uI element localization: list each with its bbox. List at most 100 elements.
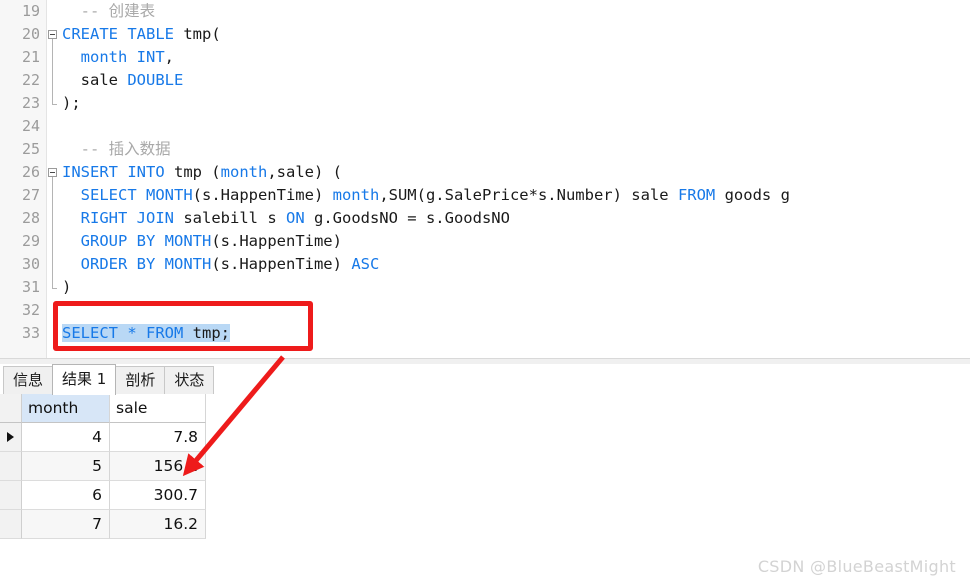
code-line[interactable]: 29 GROUP BY MONTH(s.HappenTime): [0, 230, 970, 253]
code-token: tmp(: [183, 25, 221, 43]
line-number: 27: [21, 186, 40, 204]
code-text[interactable]: sale DOUBLE: [62, 69, 184, 92]
code-token: RIGHT JOIN: [80, 209, 174, 227]
fold-collapse-icon[interactable]: [48, 30, 57, 39]
current-row-arrow-icon: [7, 432, 14, 442]
code-line[interactable]: 23);: [0, 92, 970, 115]
result-tab[interactable]: 剖析: [115, 366, 166, 394]
code-text[interactable]: SELECT MONTH(s.HappenTime) month,SUM(g.S…: [62, 184, 790, 207]
code-line[interactable]: 19 -- 创建表: [0, 0, 970, 23]
code-token: -- 插入数据: [80, 140, 171, 158]
sql-editor-pane[interactable]: 19 -- 创建表 20 CREATE TABLE tmp(21 month INT…: [0, 0, 970, 358]
code-line[interactable]: 28 RIGHT JOIN salebill s ON g.GoodsNO = …: [0, 207, 970, 230]
grid-row-header[interactable]: [0, 481, 22, 510]
grid-cell-sale[interactable]: 16.2: [110, 510, 206, 539]
fold-guide-line: [52, 253, 53, 276]
result-tab[interactable]: 信息: [3, 366, 54, 394]
fold-guide-line: [52, 230, 53, 253]
code-token: GROUP BY MONTH: [80, 232, 212, 250]
code-line[interactable]: 26 INSERT INTO tmp (month,sale) (: [0, 161, 970, 184]
code-token: tmp;: [192, 324, 230, 342]
code-text[interactable]: GROUP BY MONTH(s.HappenTime): [62, 230, 342, 253]
code-token: CREATE TABLE: [62, 25, 184, 43]
result-tabbar[interactable]: 信息 结果 1 剖析 状态: [0, 364, 970, 395]
code-line[interactable]: 21 month INT,: [0, 46, 970, 69]
code-token: (s.HappenTime): [211, 232, 342, 250]
code-text[interactable]: INSERT INTO tmp (month,sale) (: [62, 161, 342, 184]
result-tab[interactable]: 结果 1: [52, 364, 117, 395]
grid-data-row[interactable]: 4 7.8: [0, 423, 206, 452]
line-number: 21: [21, 48, 40, 66]
fold-guide-line: [52, 92, 53, 104]
fold-guide-line: [52, 46, 53, 69]
grid-row-header[interactable]: [0, 510, 22, 539]
code-line[interactable]: 25 -- 插入数据: [0, 138, 970, 161]
fold-guide-line: [52, 69, 53, 92]
code-text[interactable]: CREATE TABLE tmp(: [62, 23, 221, 46]
code-text[interactable]: RIGHT JOIN salebill s ON g.GoodsNO = s.G…: [62, 207, 510, 230]
code-token: salebill s: [174, 209, 286, 227]
code-line[interactable]: 32: [0, 299, 970, 322]
code-text[interactable]: -- 插入数据: [62, 138, 171, 161]
grid-data-row[interactable]: 5 156.1: [0, 452, 206, 481]
grid-row-header[interactable]: [0, 423, 22, 452]
code-text[interactable]: -- 创建表: [62, 0, 156, 23]
code-line[interactable]: 31): [0, 276, 970, 299]
grid-cell-month[interactable]: 4: [22, 423, 110, 452]
code-text[interactable]: ): [62, 276, 71, 299]
fold-end-marker: [52, 288, 57, 289]
fold-guide-line: [52, 177, 53, 184]
code-line[interactable]: 33 SELECT * FROM tmp;: [0, 322, 970, 345]
code-text[interactable]: ORDER BY MONTH(s.HappenTime) ASC: [62, 253, 380, 276]
grid-data-row[interactable]: 6 300.7: [0, 481, 206, 510]
code-line[interactable]: 30 ORDER BY MONTH(s.HappenTime) ASC: [0, 253, 970, 276]
code-line[interactable]: 22 sale DOUBLE: [0, 69, 970, 92]
code-token: goods g: [715, 186, 790, 204]
grid-data-row[interactable]: 7 16.2: [0, 510, 206, 539]
code-token: (s.HappenTime): [211, 255, 352, 273]
code-text[interactable]: SELECT * FROM tmp;: [62, 322, 230, 345]
code-text[interactable]: month INT,: [62, 46, 174, 69]
code-token: );: [62, 94, 81, 112]
result-grid[interactable]: month sale 4 7.8 5 156.1 6 300.7 7 16.2: [0, 394, 970, 584]
grid-column-header-sale[interactable]: sale: [110, 394, 206, 423]
result-tab[interactable]: 状态: [164, 366, 215, 394]
fold-guide-line: [52, 276, 53, 288]
grid-cell-sale[interactable]: 156.1: [110, 452, 206, 481]
grid-cell-month[interactable]: 5: [22, 452, 110, 481]
grid-row-header[interactable]: [0, 452, 22, 481]
code-token: month: [332, 186, 380, 204]
code-token: (s.HappenTime): [192, 186, 333, 204]
grid-cell-sale[interactable]: 300.7: [110, 481, 206, 510]
code-line[interactable]: 24: [0, 115, 970, 138]
code-token: ,SUM(g.SalePrice*s.Number) sale: [379, 186, 678, 204]
line-number: 26: [21, 163, 40, 181]
code-token: -- 创建表: [80, 2, 156, 20]
code-token: tmp (: [173, 163, 221, 181]
grid-column-header-month[interactable]: month: [22, 394, 110, 423]
line-number: 22: [21, 71, 40, 89]
code-text[interactable]: );: [62, 92, 81, 115]
code-token: ,: [164, 48, 175, 66]
line-number: 28: [21, 209, 40, 227]
code-token: ORDER BY MONTH: [80, 255, 212, 273]
code-token: FROM: [677, 186, 716, 204]
grid-cell-sale[interactable]: 7.8: [110, 423, 206, 452]
fold-collapse-icon[interactable]: [48, 168, 57, 177]
grid-corner-cell[interactable]: [0, 394, 22, 423]
code-token: month INT: [80, 48, 165, 66]
code-token: ASC: [351, 255, 380, 273]
code-line[interactable]: 20 CREATE TABLE tmp(: [0, 23, 970, 46]
line-number: 24: [21, 117, 40, 135]
code-token: INSERT INTO: [62, 163, 174, 181]
code-line[interactable]: 27 SELECT MONTH(s.HappenTime) month,SUM(…: [0, 184, 970, 207]
line-number: 30: [21, 255, 40, 273]
csdn-watermark: CSDN @BlueBeastMight: [757, 557, 956, 576]
grid-cell-month[interactable]: 6: [22, 481, 110, 510]
grid-cell-month[interactable]: 7: [22, 510, 110, 539]
code-token: g.GoodsNO = s.GoodsNO: [304, 209, 510, 227]
line-number: 31: [21, 278, 40, 296]
